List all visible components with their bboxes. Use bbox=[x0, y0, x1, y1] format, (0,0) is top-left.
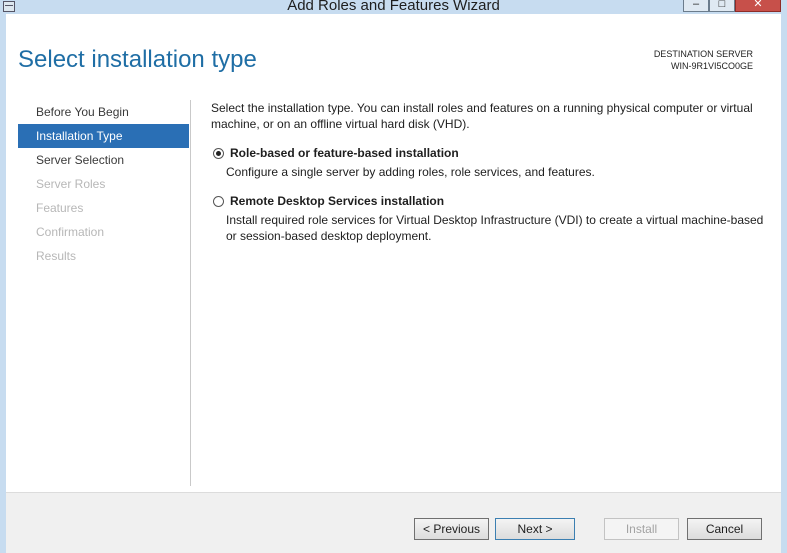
destination-value: WIN-9R1VI5CO0GE bbox=[670, 61, 753, 71]
option-role-based-description: Configure a single server by adding role… bbox=[226, 165, 595, 179]
install-button: Install bbox=[604, 518, 679, 540]
option-remote-desktop-label[interactable]: Remote Desktop Services installation bbox=[230, 194, 444, 208]
wizard-body: Select installation type DESTINATION SER… bbox=[0, 14, 787, 553]
step-features: Features bbox=[36, 201, 84, 215]
close-button[interactable]: ✕ bbox=[735, 0, 781, 12]
button-bar: < Previous Next > Install Cancel bbox=[6, 492, 781, 553]
wizard-steps: Before You Begin Installation Type Serve… bbox=[18, 100, 189, 268]
step-server-selection[interactable]: Server Selection bbox=[18, 148, 189, 172]
previous-button[interactable]: < Previous bbox=[414, 518, 489, 540]
maximize-button[interactable]: □ bbox=[709, 0, 735, 12]
radio-role-based[interactable] bbox=[213, 148, 224, 159]
cancel-button[interactable]: Cancel bbox=[687, 518, 762, 540]
radio-remote-desktop[interactable] bbox=[213, 196, 224, 207]
step-server-roles: Server Roles bbox=[36, 177, 106, 191]
option-remote-desktop-description: Install required role services for Virtu… bbox=[226, 213, 764, 243]
divider bbox=[190, 100, 191, 486]
step-results: Results bbox=[36, 249, 77, 263]
page-title: Select installation type bbox=[18, 46, 257, 73]
next-button[interactable]: Next > bbox=[495, 518, 575, 540]
destination-server: DESTINATION SERVER WIN-9R1VI5CO0GE bbox=[654, 48, 753, 72]
intro-text: Select the installation type. You can in… bbox=[211, 101, 753, 131]
step-before-you-begin[interactable]: Before You Begin bbox=[18, 100, 189, 124]
title-bar: Add Roles and Features Wizard ‒ □ ✕ bbox=[0, 0, 787, 14]
window-title: Add Roles and Features Wizard bbox=[287, 0, 500, 14]
step-installation-type[interactable]: Installation Type bbox=[18, 124, 189, 148]
minimize-button[interactable]: ‒ bbox=[683, 0, 709, 12]
step-confirmation: Confirmation bbox=[36, 225, 105, 239]
option-role-based-label[interactable]: Role-based or feature-based installation bbox=[230, 146, 459, 160]
destination-label: DESTINATION SERVER bbox=[653, 49, 753, 59]
